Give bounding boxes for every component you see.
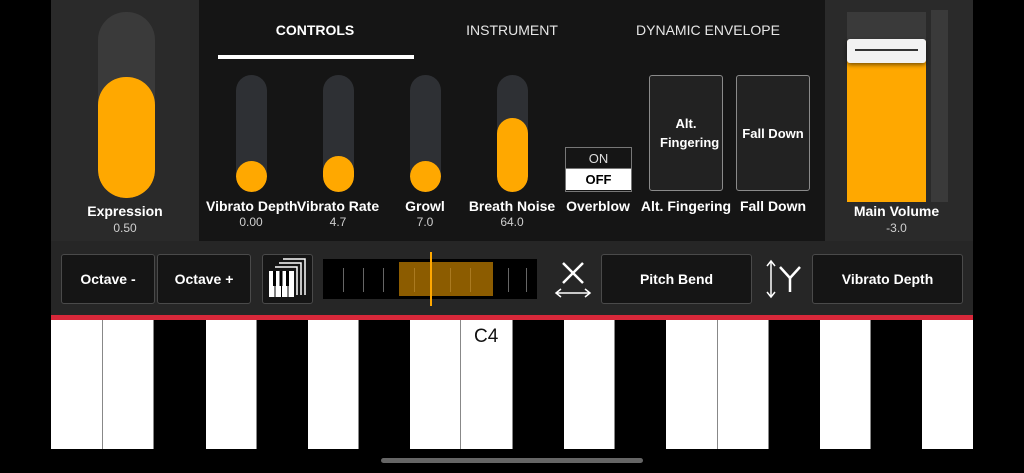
breath-noise-slider[interactable] xyxy=(497,75,528,192)
x-axis-assign-label: Pitch Bend xyxy=(639,271,714,287)
black-key[interactable] xyxy=(615,320,666,449)
range-tick xyxy=(526,268,527,292)
piano-keys-icon xyxy=(269,258,306,297)
overblow-off-option[interactable]: OFF xyxy=(566,169,631,190)
vibrato-depth-slider[interactable] xyxy=(236,75,267,192)
octave-minus-label: Octave - xyxy=(80,271,136,287)
overblow-on-option[interactable]: ON xyxy=(566,148,631,169)
range-tick xyxy=(383,268,384,292)
black-key[interactable] xyxy=(513,320,564,449)
white-key[interactable] xyxy=(922,320,973,449)
main-volume-handle[interactable] xyxy=(847,39,926,63)
tab-controls[interactable]: CONTROLS xyxy=(255,22,375,38)
octave-plus-button[interactable]: Octave + xyxy=(157,254,251,304)
vibrato-depth-label: Vibrato Depth xyxy=(206,198,298,214)
white-key[interactable] xyxy=(206,320,257,449)
main-volume-value: -3.0 xyxy=(886,221,907,235)
growl-slider[interactable] xyxy=(410,75,441,192)
black-key[interactable] xyxy=(359,320,410,449)
white-key[interactable] xyxy=(51,320,103,449)
tab-instrument[interactable]: INSTRUMENT xyxy=(452,22,572,38)
range-tick xyxy=(343,268,344,292)
breath-noise-slider-fill xyxy=(497,118,528,192)
fall-down-button-label: Fall Down xyxy=(742,125,804,141)
octave-plus-label: Octave + xyxy=(174,271,234,287)
vibrato-depth-slider-fill xyxy=(236,161,267,192)
octave-minus-button[interactable]: Octave - xyxy=(61,254,155,304)
y-axis-icon xyxy=(766,259,801,299)
breath-noise-value: 64.0 xyxy=(500,215,524,229)
main-volume-meter xyxy=(931,10,948,202)
main-volume-slider-fill xyxy=(847,40,926,202)
note-label-c4: C4 xyxy=(474,326,499,347)
white-key[interactable] xyxy=(308,320,359,449)
vibrato-rate-value: 4.7 xyxy=(329,215,347,229)
expression-slider-fill xyxy=(98,76,155,198)
fall-down-button[interactable]: Fall Down xyxy=(736,75,810,191)
black-key[interactable] xyxy=(154,320,206,449)
fall-down-label: Fall Down xyxy=(739,198,807,214)
vibrato-rate-slider[interactable] xyxy=(323,75,354,192)
piano-keyboard xyxy=(51,320,973,449)
white-key[interactable] xyxy=(564,320,615,449)
range-tick xyxy=(363,268,364,292)
keyboard-range-button[interactable] xyxy=(262,254,313,304)
vibrato-depth-value: 0.00 xyxy=(239,215,263,229)
active-tab-indicator xyxy=(218,55,414,59)
black-key[interactable] xyxy=(769,320,820,449)
alt-fingering-button[interactable]: Alt. Fingering xyxy=(649,75,723,191)
vibrato-rate-slider-fill xyxy=(323,155,354,192)
tab-dynamic-envelope[interactable]: DYNAMIC ENVELOPE xyxy=(628,22,788,38)
range-tick xyxy=(450,268,451,292)
black-key[interactable] xyxy=(871,320,922,449)
main-volume-label: Main Volume xyxy=(853,203,940,219)
x-axis-assign-button[interactable]: Pitch Bend xyxy=(601,254,752,304)
expression-panel: Expression 0.50 xyxy=(51,0,199,241)
home-indicator[interactable] xyxy=(381,458,643,463)
growl-label: Growl xyxy=(405,198,445,214)
growl-slider-fill xyxy=(410,161,441,192)
black-key[interactable] xyxy=(257,320,308,449)
white-key[interactable] xyxy=(666,320,718,449)
white-key[interactable] xyxy=(103,320,154,449)
alt-fingering-label: Alt. Fingering xyxy=(640,198,732,214)
white-key[interactable] xyxy=(410,320,461,449)
expression-label: Expression xyxy=(87,203,163,219)
vibrato-rate-label: Vibrato Rate xyxy=(296,198,380,214)
range-tick xyxy=(470,268,471,292)
alt-fingering-button-label: Alt. Fingering xyxy=(660,116,720,150)
expression-value: 0.50 xyxy=(113,221,137,235)
expression-slider[interactable] xyxy=(98,12,155,198)
breath-noise-label: Breath Noise xyxy=(468,198,556,214)
white-key[interactable] xyxy=(820,320,871,449)
white-key[interactable] xyxy=(718,320,769,449)
y-axis-assign-label: Vibrato Depth xyxy=(841,271,934,287)
x-axis-icon xyxy=(554,262,592,298)
range-tick xyxy=(414,268,415,292)
range-tick xyxy=(508,268,509,292)
overblow-label: Overblow xyxy=(566,198,630,214)
overblow-toggle: ON OFF xyxy=(565,147,632,192)
growl-value: 7.0 xyxy=(416,215,434,229)
main-volume-panel: Main Volume -3.0 xyxy=(825,0,973,241)
y-axis-assign-button[interactable]: Vibrato Depth xyxy=(812,254,963,304)
range-position-marker xyxy=(430,252,432,306)
